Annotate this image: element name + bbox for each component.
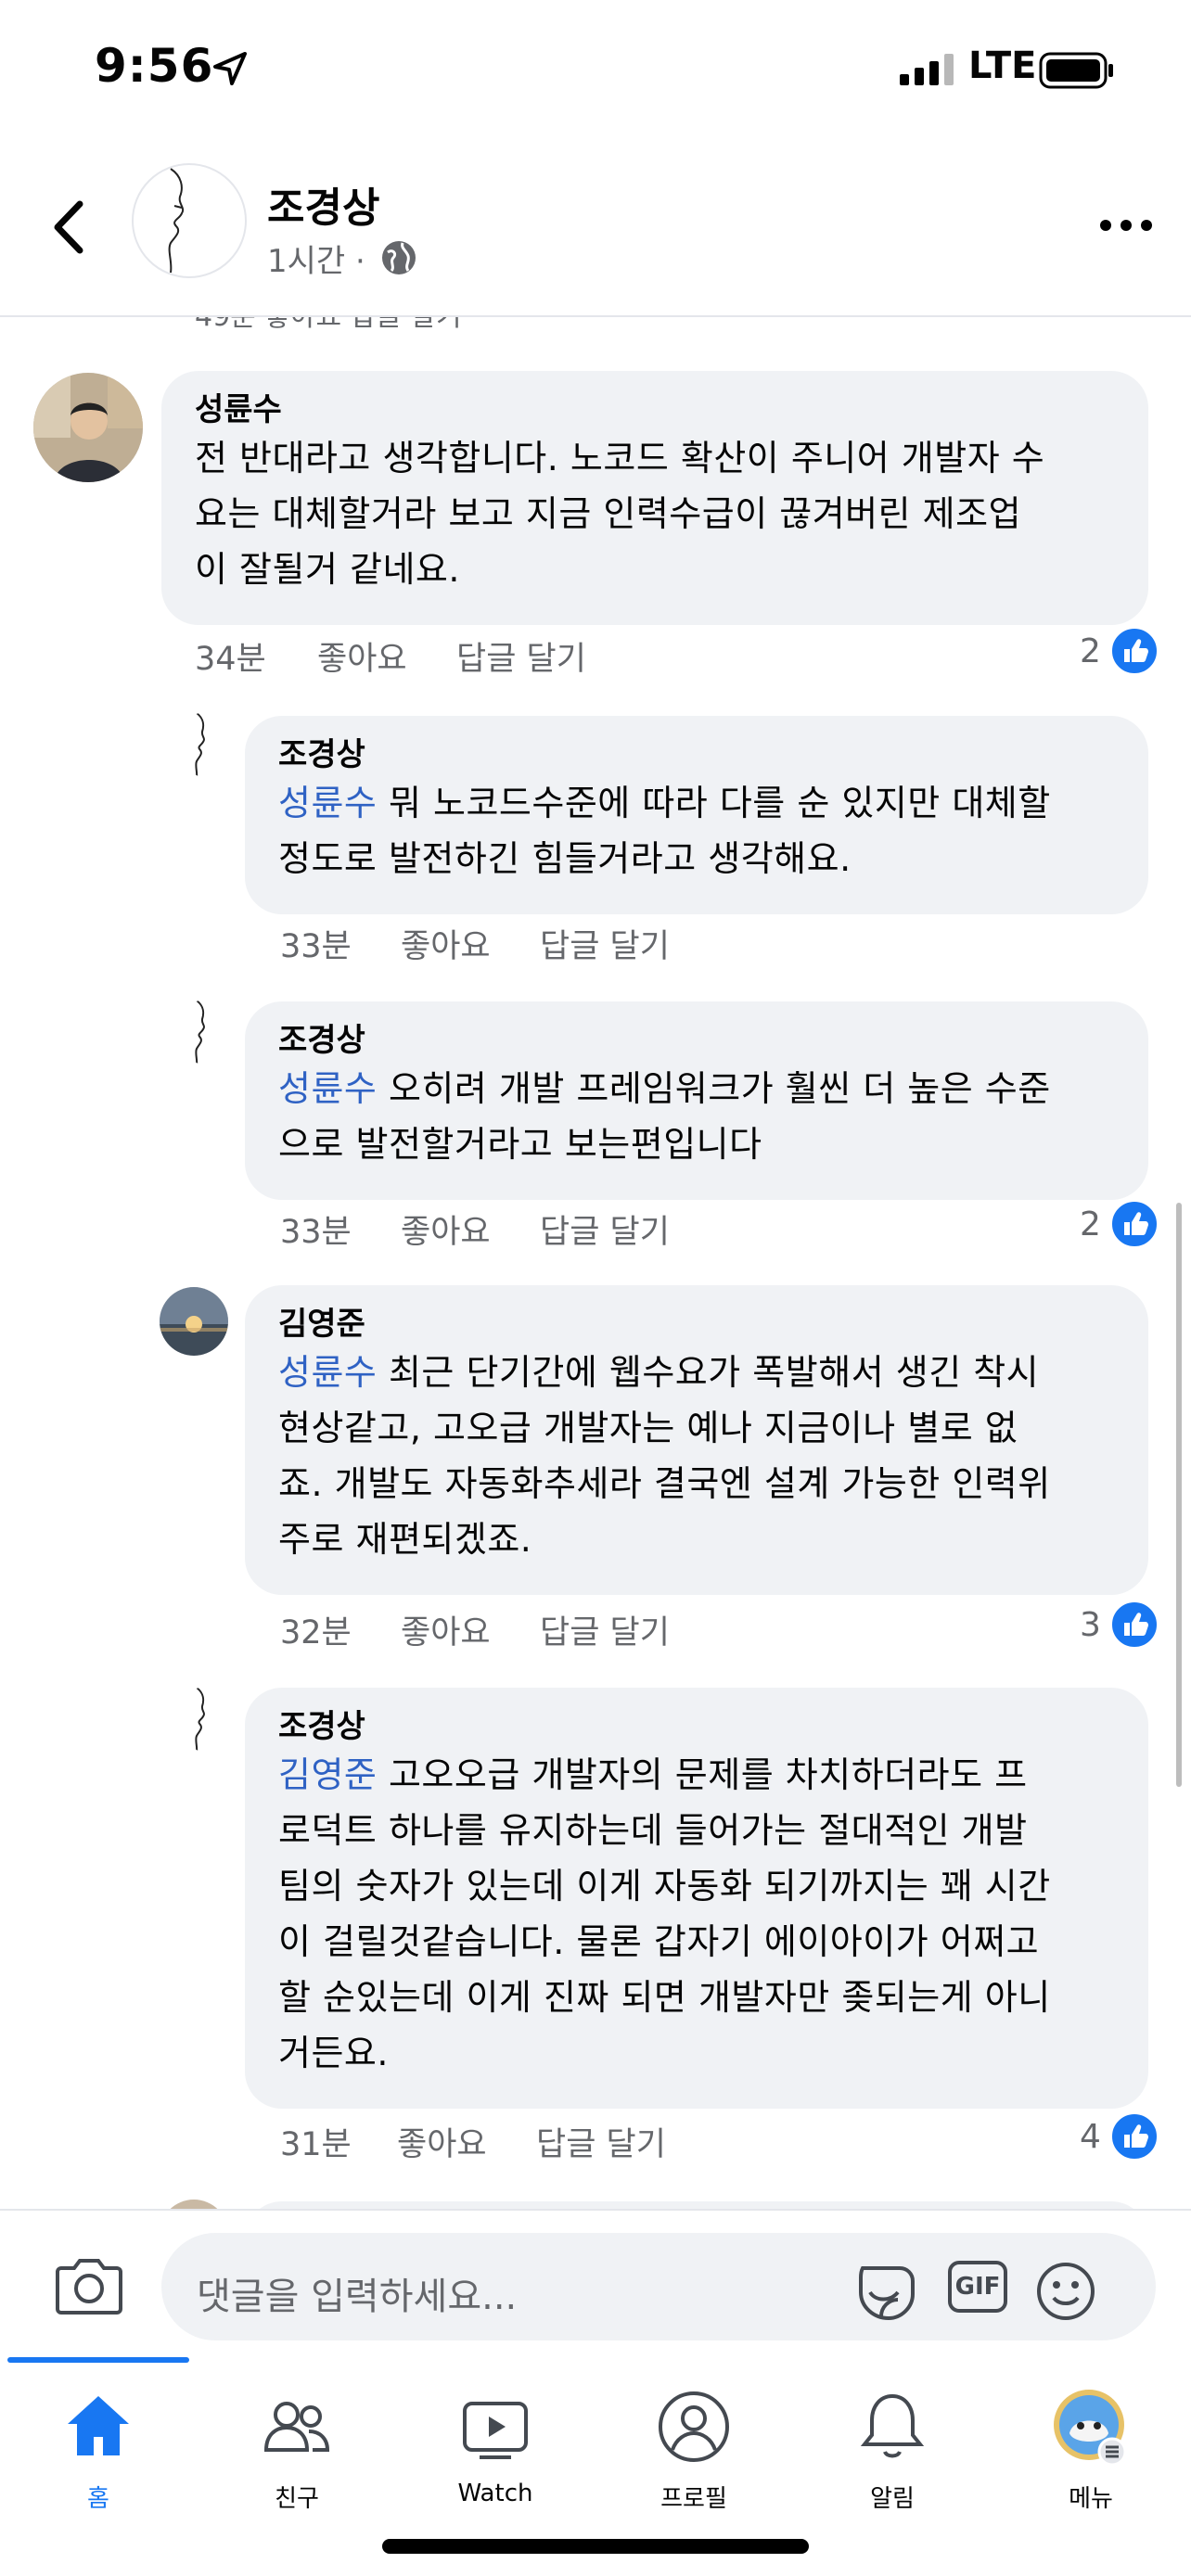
comment-bubble[interactable]: 조경상 김영준 고오오급 개발자의 문제를 차치하더라도 프 로덕트 하나를 유… (245, 1688, 1148, 2109)
bell-icon (860, 2393, 925, 2458)
comment-time: 32분 (280, 1614, 352, 1651)
watch-icon (463, 2402, 528, 2459)
mention-link[interactable]: 김영준 (278, 1754, 377, 1795)
sticker-icon[interactable] (853, 2261, 920, 2320)
comment-author[interactable]: 조경상 (278, 1706, 1115, 1747)
menu-icon (1054, 2390, 1127, 2467)
comment-author[interactable]: 조경상 (278, 734, 1115, 775)
home-icon (68, 2396, 129, 2455)
camera-icon[interactable] (54, 2255, 124, 2316)
reply-button[interactable]: 답글 달기 (540, 1606, 670, 1653)
thumbs-up-icon[interactable] (1109, 1199, 1159, 1249)
commenter-avatar[interactable] (176, 711, 243, 778)
reply-button[interactable]: 답글 달기 (540, 920, 670, 967)
comment-bubble[interactable]: 조경상 성륜수 뭐 노코드수준에 따라 다를 순 있지만 대체할 정도로 발전하… (245, 716, 1148, 914)
like-button[interactable]: 좋아요 (397, 2118, 487, 2165)
author-name[interactable]: 조경상 (267, 174, 379, 234)
network-type: LTE (968, 45, 1037, 87)
comment-text: 고오오급 개발자의 문제를 차치하더라도 프 로덕트 하나를 유지하는데 들어가… (278, 1754, 1051, 2073)
author-avatar[interactable] (132, 163, 247, 278)
tab-menu[interactable]: 메뉴 (1017, 2385, 1165, 2514)
post-time: 1시간 · (267, 243, 365, 280)
comment-text: 전 반대라고 생각합니다. 노코드 확산이 주니어 개발자 수 요는 대체할거라… (195, 438, 1045, 590)
comments-list[interactable]: 49분 좋아요 답글 달기 성륜수 전 반대라고 생각합니다. 노코드 확산이 … (0, 317, 1191, 2209)
like-count: 4 (1080, 2118, 1101, 2156)
tab-notifications[interactable]: 알림 (818, 2385, 967, 2514)
tab-label: 프로필 (660, 2485, 727, 2513)
profile-icon (659, 2391, 729, 2462)
tab-watch[interactable]: Watch (421, 2385, 570, 2507)
comment-bubble[interactable] (245, 2201, 1148, 2209)
like-button[interactable]: 좋아요 (401, 1606, 491, 1653)
like-button[interactable]: 좋아요 (401, 1205, 491, 1253)
status-time: 9:56 (95, 39, 214, 93)
location-arrow-icon (213, 52, 247, 85)
like-button[interactable]: 좋아요 (317, 632, 407, 680)
home-indicator[interactable] (382, 2539, 809, 2554)
tab-friends[interactable]: 친구 (223, 2385, 371, 2514)
status-bar: 9:56 LTE (0, 0, 1191, 139)
thumbs-up-icon[interactable] (1109, 626, 1159, 676)
person-photo-icon (33, 373, 143, 482)
reply-button[interactable]: 답글 달기 (456, 632, 586, 680)
cellular-signal-icon (900, 54, 954, 85)
comment-text: 최근 단기간에 웹수요가 폭발해서 생긴 착시 현상같고, 고오급 개발자는 예… (278, 1352, 1051, 1560)
previous-comment-actions: 49분 좋아요 답글 달기 (195, 317, 462, 334)
comment-input[interactable]: 댓글을 입력하세요... GIF (161, 2233, 1156, 2340)
thumbs-up-icon[interactable] (1109, 2111, 1159, 2162)
comment-author[interactable]: 조경상 (278, 1020, 1115, 1061)
tab-label: 친구 (275, 2485, 319, 2513)
comment-time: 34분 (195, 641, 266, 678)
commenter-avatar[interactable] (33, 373, 143, 482)
like-count: 3 (1080, 1606, 1101, 1644)
comment-bubble[interactable]: 성륜수 전 반대라고 생각합니다. 노코드 확산이 주니어 개발자 수 요는 대… (161, 371, 1148, 625)
globe-icon (382, 241, 416, 274)
commenter-avatar[interactable] (176, 1686, 243, 1753)
post-header: 조경상 1시간 · (0, 139, 1191, 317)
gif-label: GIF (954, 2273, 1001, 2301)
gif-icon[interactable]: GIF (948, 2261, 1007, 2313)
commenter-avatar[interactable] (160, 2200, 228, 2209)
sunset-photo-icon (160, 1287, 228, 1356)
comment-bubble[interactable]: 김영준 성륜수 최근 단기간에 웹수요가 폭발해서 생긴 착시 현상같고, 고오… (245, 1285, 1148, 1595)
back-arrow-icon[interactable] (46, 195, 93, 260)
tab-home[interactable]: 홈 (24, 2385, 173, 2514)
comment-text: 오히려 개발 프레임워크가 훨씬 더 높은 수준 으로 발전할거라고 보는편입니… (278, 1068, 1051, 1165)
more-options-icon[interactable] (1098, 211, 1154, 239)
friends-icon (263, 2402, 330, 2452)
scrollbar[interactable] (1176, 1203, 1182, 1787)
tab-label: 알림 (870, 2485, 915, 2513)
line-face-drawing-icon (195, 712, 205, 778)
active-tab-indicator (7, 2357, 189, 2363)
comment-time: 31분 (280, 2126, 352, 2163)
line-face-drawing-icon (168, 168, 185, 274)
comment-author[interactable]: 김영준 (278, 1304, 1115, 1345)
reply-button[interactable]: 답글 달기 (536, 2118, 666, 2165)
line-face-drawing-icon (195, 1000, 205, 1065)
tab-profile[interactable]: 프로필 (620, 2385, 768, 2514)
like-count: 2 (1080, 632, 1101, 670)
comment-text: 뭐 노코드수준에 따라 다를 순 있지만 대체할 정도로 발전하긴 힘들거라고 … (278, 783, 1051, 879)
like-count: 2 (1080, 1205, 1101, 1243)
tab-label: Watch (457, 2480, 533, 2507)
commenter-avatar[interactable] (176, 999, 243, 1065)
tab-label: 홈 (87, 2485, 109, 2513)
mention-link[interactable]: 성륜수 (278, 1068, 377, 1109)
mention-link[interactable]: 성륜수 (278, 1352, 377, 1393)
battery-icon (1039, 52, 1113, 89)
tab-label: 메뉴 (1069, 2485, 1113, 2513)
comment-time: 33분 (280, 928, 352, 965)
comment-bubble[interactable]: 조경상 성륜수 오히려 개발 프레임워크가 훨씬 더 높은 수준 으로 발전할거… (245, 1001, 1148, 1200)
comment-time: 33분 (280, 1214, 352, 1251)
thumbs-up-icon[interactable] (1109, 1600, 1159, 1650)
commenter-avatar[interactable] (160, 1287, 228, 1356)
like-button[interactable]: 좋아요 (401, 920, 491, 967)
comment-author[interactable]: 성륜수 (195, 389, 1115, 430)
emoji-icon[interactable] (1035, 2261, 1096, 2322)
comment-placeholder: 댓글을 입력하세요... (197, 2276, 518, 2318)
line-face-drawing-icon (195, 1687, 205, 1753)
reply-button[interactable]: 답글 달기 (540, 1205, 670, 1253)
mention-link[interactable]: 성륜수 (278, 783, 377, 823)
comment-composer: 댓글을 입력하세요... GIF (0, 2209, 1191, 2357)
